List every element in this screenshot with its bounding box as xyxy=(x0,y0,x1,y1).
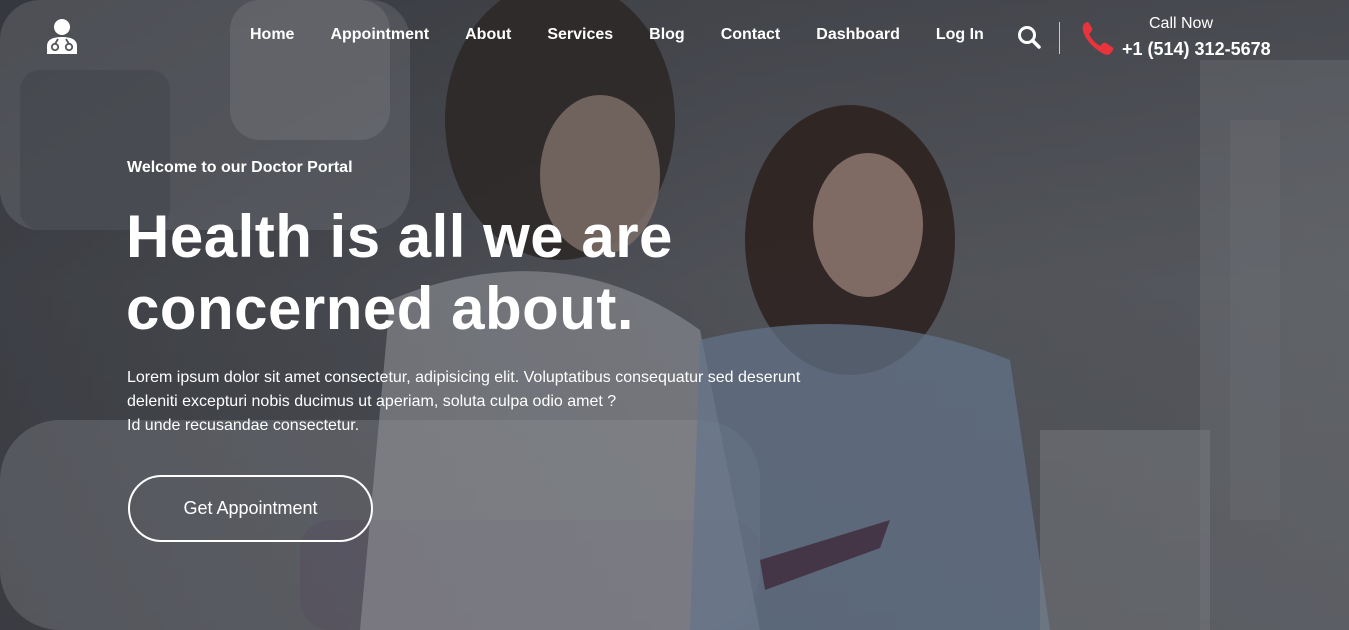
nav-item-dashboard[interactable]: Dashboard xyxy=(816,26,900,44)
nav-item-appointment[interactable]: Appointment xyxy=(330,26,429,44)
hero-section: Home Appointment About Services Blog Con… xyxy=(0,0,1349,630)
phone-icon[interactable] xyxy=(1080,20,1116,58)
main-nav: Home Appointment About Services Blog Con… xyxy=(232,26,1002,44)
hero-headline-line-2: concerned about. xyxy=(126,275,635,342)
get-appointment-button[interactable]: Get Appointment xyxy=(128,475,373,542)
hero-description: Lorem ipsum dolor sit amet consectetur, … xyxy=(127,366,847,438)
nav-item-home[interactable]: Home xyxy=(250,26,294,44)
nav-item-contact[interactable]: Contact xyxy=(721,26,781,44)
header-divider xyxy=(1059,22,1060,54)
doctor-stethoscope-icon[interactable] xyxy=(44,18,80,56)
nav-item-blog[interactable]: Blog xyxy=(649,26,685,44)
nav-item-services[interactable]: Services xyxy=(547,26,613,44)
hero-headline: Health is all we are concerned about. xyxy=(126,201,673,345)
nav-item-about[interactable]: About xyxy=(465,26,511,44)
search-icon[interactable] xyxy=(1016,24,1042,50)
nav-item-login[interactable]: Log In xyxy=(936,26,984,44)
call-phone-number[interactable]: +1 (514) 312-5678 xyxy=(1122,39,1271,60)
hero-headline-line-1: Health is all we are xyxy=(126,203,673,270)
site-header: Home Appointment About Services Blog Con… xyxy=(0,0,1349,76)
hero-description-line-2: deleniti excepturi nobis ducimus ut aper… xyxy=(127,393,617,410)
welcome-subtitle: Welcome to our Doctor Portal xyxy=(127,159,353,176)
call-now-label: Call Now xyxy=(1148,15,1213,32)
hero-description-line-1: Lorem ipsum dolor sit amet consectetur, … xyxy=(127,369,801,386)
hero-description-line-3: Id unde recusandae consectetur. xyxy=(127,417,360,434)
